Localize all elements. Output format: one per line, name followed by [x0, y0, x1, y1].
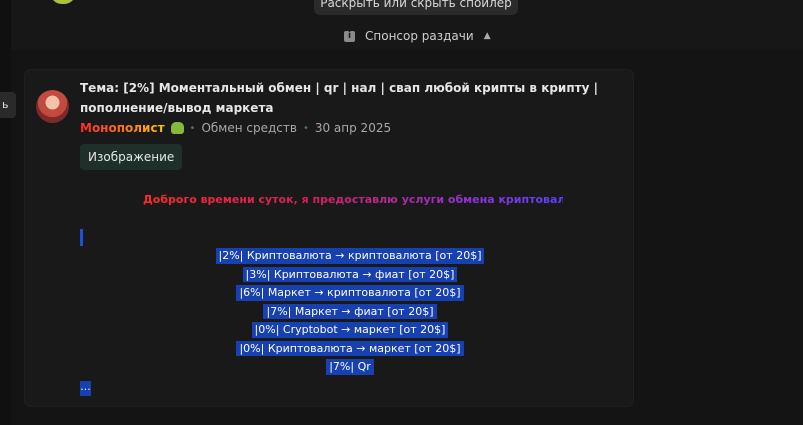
offer-line: |7%| Маркет → фиат [от 20$]: [263, 303, 437, 319]
separator-dot: •: [302, 122, 309, 134]
offer-line: |0%| Криптовалюта → маркет [от 20$]: [236, 340, 464, 356]
selection-marker: [80, 229, 83, 246]
separator-dot: •: [189, 122, 196, 134]
side-tab[interactable]: ь: [0, 92, 16, 118]
avatar[interactable]: [36, 90, 69, 123]
sponsor-toggle[interactable]: i Спонсор раздачи ▲: [344, 27, 491, 45]
offers-list: |2%| Криптовалюта → криптовалюта [от 20$…: [150, 248, 550, 375]
image-button[interactable]: Изображение: [80, 144, 183, 170]
offer-line: |3%| Криптовалюта → фиат [от 20$]: [242, 266, 458, 282]
category-link[interactable]: Обмен средств: [201, 121, 297, 135]
info-icon: i: [344, 30, 355, 42]
post-meta: Монополист • Обмен средств • 30 апр 2025: [80, 119, 391, 137]
spoiler-tooltip: Раскрыть или скрыть спойлер: [314, 0, 518, 15]
chevron-up-icon: ▲: [483, 31, 491, 41]
offer-line: |7%| Qr: [326, 359, 374, 375]
left-rail: [0, 0, 11, 425]
post-card: Тема: [2%] Моментальный обмен | qr | нал…: [25, 70, 633, 406]
thread-title[interactable]: Тема: [2%] Моментальный обмен | qr | нал…: [80, 78, 620, 118]
post-date[interactable]: 30 апр 2025: [315, 121, 391, 135]
author-username[interactable]: Монополист: [80, 121, 165, 135]
greeting-text: Доброго времени суток, я предоставлю усл…: [143, 193, 593, 206]
sponsor-label: Спонсор раздачи: [365, 29, 474, 43]
offer-line: |2%| Криптовалюта → криптовалюта [от 20$…: [215, 248, 485, 264]
frog-icon: [170, 122, 184, 134]
offer-line: |6%| Маркет → криптовалюта [от 20$]: [236, 285, 464, 301]
ellipsis-text: ...: [80, 381, 91, 396]
offer-line: |0%| Cryptobot → маркет [от 20$]: [251, 322, 449, 338]
